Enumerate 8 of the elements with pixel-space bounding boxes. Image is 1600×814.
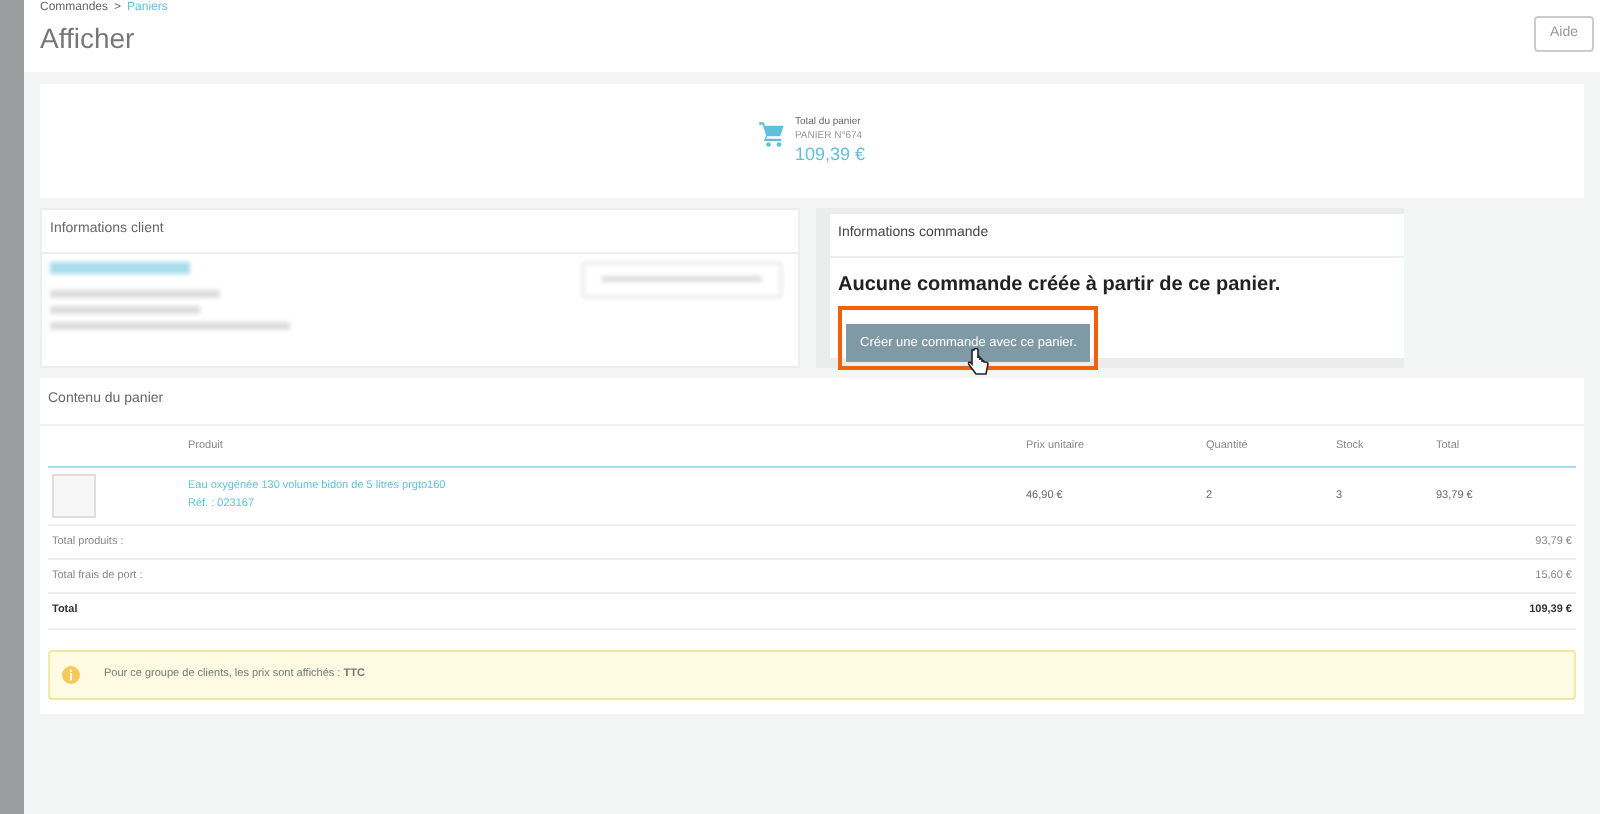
no-order-message: Aucune commande créée à partir de ce panier.	[836, 271, 1283, 299]
blurred-client-name	[50, 261, 190, 273]
cart-total-value: 109,39 €	[794, 144, 866, 166]
info-icon	[62, 665, 80, 683]
page-title: Afficher	[40, 20, 135, 56]
blurred-email-button[interactable]	[582, 261, 782, 297]
cart-icon	[758, 119, 787, 147]
product-thumbnail	[52, 473, 96, 518]
